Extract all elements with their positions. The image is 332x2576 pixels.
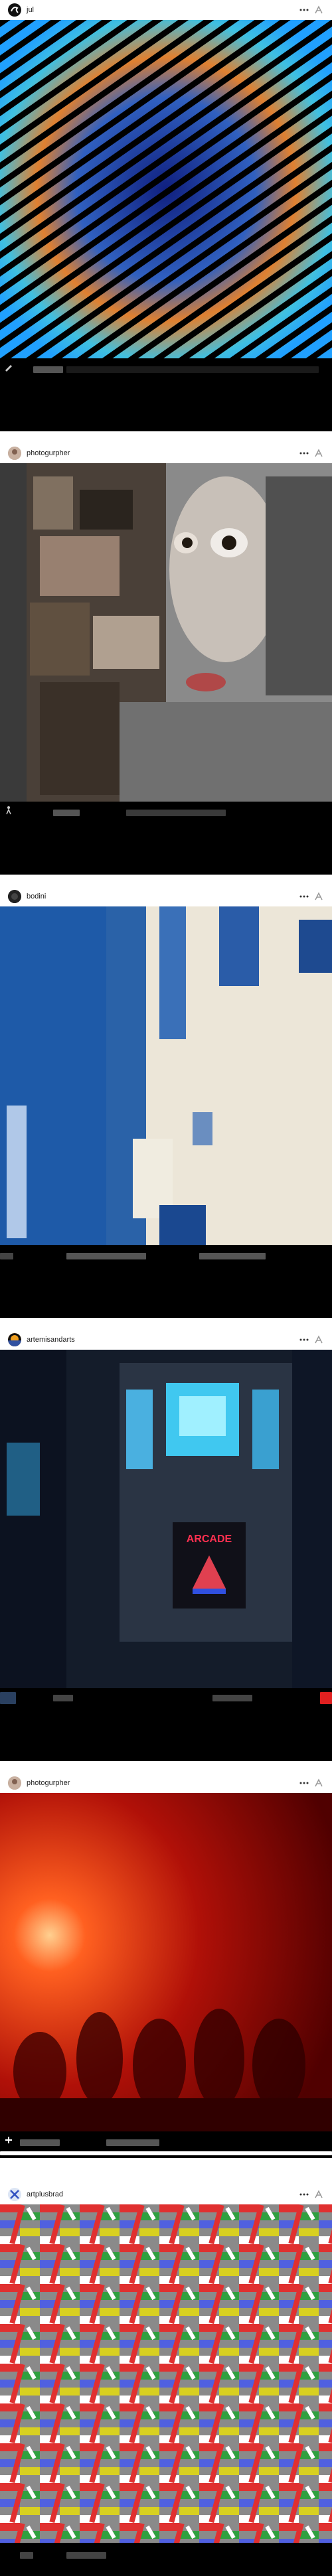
footer-bar [33, 366, 63, 373]
post: bodini [0, 887, 332, 1318]
footer-bar [0, 1253, 13, 1259]
post-header: jul [0, 0, 332, 20]
post-header: photogurpher [0, 443, 332, 463]
red-fog-crowd-image [0, 1793, 332, 2131]
post-image[interactable] [0, 463, 332, 802]
post-username[interactable]: jul [27, 6, 299, 14]
remix-icon[interactable] [313, 5, 324, 15]
footer-bar [0, 2151, 332, 2155]
user-avatar[interactable] [8, 2188, 21, 2201]
post-header: artplusbrad [0, 2184, 332, 2204]
post-image[interactable] [0, 20, 332, 358]
user-avatar[interactable] [8, 890, 21, 903]
footer-bar [53, 1695, 73, 1701]
more-options-icon[interactable] [299, 2189, 309, 2200]
post-username[interactable]: photogurpher [27, 449, 299, 457]
blue-abstract-image [0, 906, 332, 1245]
footer-bar [212, 1695, 252, 1701]
post-footer [0, 1688, 332, 1761]
remix-icon[interactable] [313, 1334, 324, 1345]
post-header: bodini [0, 887, 332, 906]
user-avatar[interactable] [8, 1776, 21, 1790]
user-avatar[interactable] [8, 1333, 21, 1346]
post: artemisandarts ARCADE [0, 1330, 332, 1761]
footer-bar [66, 1253, 146, 1259]
post-footer [0, 358, 332, 431]
more-options-icon[interactable] [299, 5, 309, 15]
photo-avatar-icon [8, 1776, 21, 1790]
post: photogurpher [0, 443, 332, 875]
post-username[interactable]: bodini [27, 893, 299, 900]
footer-bar [106, 2139, 159, 2146]
footer-bar [0, 1692, 16, 1704]
sunset-avatar-icon [8, 1333, 21, 1346]
remix-icon[interactable] [313, 891, 324, 902]
colorful-pattern-image [0, 2204, 332, 2543]
post-footer [0, 2131, 332, 2158]
post-header: artemisandarts [0, 1330, 332, 1350]
remix-icon[interactable] [313, 2189, 324, 2200]
more-options-icon[interactable] [299, 891, 309, 902]
arcade-night-image: ARCADE [0, 1350, 332, 1688]
post-footer [0, 802, 332, 875]
post-footer [0, 1245, 332, 1318]
post: jul [0, 0, 332, 431]
more-options-icon[interactable] [299, 1778, 309, 1788]
footer-bar [199, 1253, 266, 1259]
footer-bar [126, 810, 226, 816]
more-options-icon[interactable] [299, 448, 309, 459]
remix-icon[interactable] [313, 1778, 324, 1788]
user-avatar[interactable] [8, 3, 21, 17]
post: photogurpher [0, 1773, 332, 2158]
post-footer [0, 2543, 332, 2576]
post-username[interactable]: artemisandarts [27, 1336, 299, 1344]
footer-bar [66, 2552, 106, 2559]
photo-avatar-icon [8, 447, 21, 460]
footer-bar [320, 1692, 332, 1704]
more-options-icon[interactable] [299, 1334, 309, 1345]
glitch-collage-image [0, 463, 332, 802]
post-image[interactable]: ARCADE [0, 1350, 332, 1688]
remix-icon[interactable] [313, 448, 324, 459]
person-icon[interactable] [4, 806, 13, 815]
feed: jul photogurpher bodini artemisandarts A… [0, 0, 332, 2576]
cross-avatar-icon [8, 2188, 21, 2201]
user-avatar[interactable] [8, 447, 21, 460]
edit-icon[interactable] [4, 362, 13, 372]
footer-bar [20, 2139, 60, 2146]
post-username[interactable]: photogurpher [27, 1779, 299, 1787]
dark-avatar-icon [8, 890, 21, 903]
footer-bar [53, 810, 80, 816]
rainbow-wave-image [0, 20, 332, 358]
add-icon[interactable] [4, 2135, 13, 2145]
post-image[interactable] [0, 1793, 332, 2131]
post: artplusbrad [0, 2184, 332, 2576]
footer-bar [66, 366, 319, 373]
footer-bar [20, 2552, 33, 2559]
post-header: photogurpher [0, 1773, 332, 1793]
post-image[interactable] [0, 906, 332, 1245]
arcade-sign-text: ARCADE [187, 1534, 232, 1545]
post-username[interactable]: artplusbrad [27, 2190, 299, 2198]
swirl-avatar-icon [9, 4, 21, 16]
post-image[interactable] [0, 2204, 332, 2543]
